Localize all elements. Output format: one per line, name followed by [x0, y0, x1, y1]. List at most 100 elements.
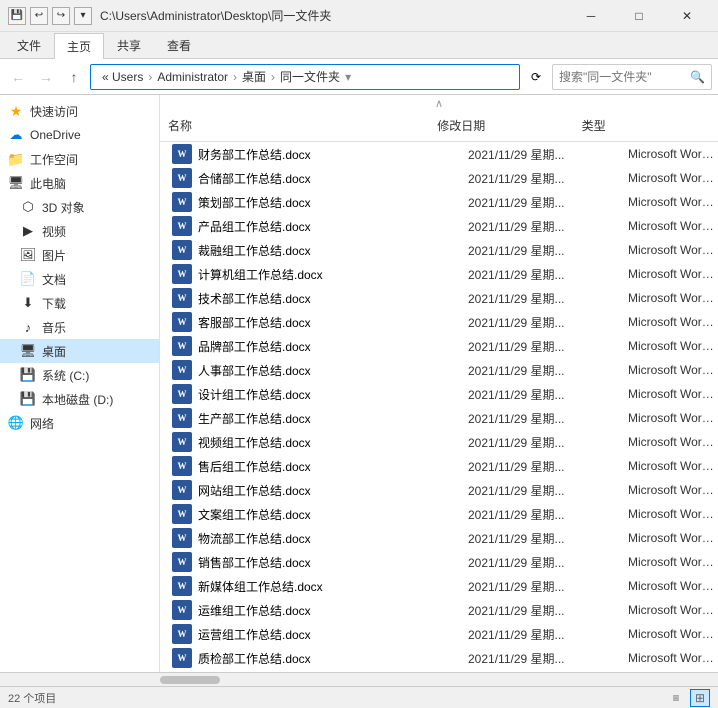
- word-icon: W: [172, 168, 192, 188]
- system-c-icon: 💾: [20, 367, 36, 383]
- system-icon-save[interactable]: 💾: [8, 7, 26, 25]
- picture-icon: 🖼: [20, 247, 36, 263]
- sidebar-item-system-c[interactable]: 💾 系统 (C:): [0, 363, 159, 387]
- sidebar: ★ 快速访问 ☁ OneDrive 📁 工作空间 🖥 此电脑 ⬡ 3D 对象 ▶…: [0, 95, 160, 672]
- document-icon: 📄: [20, 271, 36, 287]
- table-row[interactable]: W售后组工作总结.docx2021/11/29 星期...Microsoft W…: [160, 454, 718, 478]
- system-icon-down[interactable]: ▾: [74, 7, 92, 25]
- minimize-button[interactable]: ─: [568, 0, 614, 32]
- table-row[interactable]: W网站组工作总结.docx2021/11/29 星期...Microsoft W…: [160, 478, 718, 502]
- sidebar-item-document[interactable]: 📄 文档: [0, 267, 159, 291]
- view-detail-button[interactable]: ≡: [666, 689, 686, 707]
- system-icon-redo[interactable]: ↪: [52, 7, 70, 25]
- table-row[interactable]: W运营组工作总结.docx2021/11/29 星期...Microsoft W…: [160, 622, 718, 646]
- sidebar-item-local-d[interactable]: 💾 本地磁盘 (D:): [0, 387, 159, 411]
- table-row[interactable]: W视频组工作总结.docx2021/11/29 星期...Microsoft W…: [160, 430, 718, 454]
- file-type-cell: Microsoft Word ...: [620, 147, 718, 161]
- sidebar-item-this-pc[interactable]: 🖥 此电脑: [0, 171, 159, 195]
- table-row[interactable]: W销售部工作总结.docx2021/11/29 星期...Microsoft W…: [160, 550, 718, 574]
- 3d-icon: ⬡: [20, 199, 36, 215]
- file-name-text: 合储部工作总结.docx: [198, 170, 311, 187]
- ribbon-tabs: 文件 主页 共享 查看: [0, 32, 718, 58]
- path-part-folder[interactable]: 同一文件夹: [277, 67, 343, 86]
- file-type-cell: Microsoft Word ...: [620, 387, 718, 401]
- tab-file[interactable]: 文件: [4, 32, 54, 58]
- tab-view[interactable]: 查看: [154, 32, 204, 58]
- col-header-type[interactable]: 类型: [574, 114, 718, 137]
- maximize-button[interactable]: □: [616, 0, 662, 32]
- table-row[interactable]: W策划部工作总结.docx2021/11/29 星期...Microsoft W…: [160, 190, 718, 214]
- sidebar-label-music: 音乐: [42, 319, 66, 336]
- local-d-icon: 💾: [20, 391, 36, 407]
- table-row[interactable]: W新媒体组工作总结.docx2021/11/29 星期...Microsoft …: [160, 574, 718, 598]
- file-date-cell: 2021/11/29 星期...: [460, 482, 620, 499]
- path-part-admin[interactable]: Administrator: [154, 69, 231, 85]
- word-icon: W: [172, 408, 192, 428]
- file-date-cell: 2021/11/29 星期...: [460, 146, 620, 163]
- file-name-cell: W客服部工作总结.docx: [160, 312, 460, 332]
- back-button[interactable]: ←: [6, 65, 30, 89]
- table-row[interactable]: W计算机组工作总结.docx2021/11/29 星期...Microsoft …: [160, 262, 718, 286]
- file-name-text: 计算机组工作总结.docx: [198, 266, 323, 283]
- sidebar-item-picture[interactable]: 🖼 图片: [0, 243, 159, 267]
- file-type-cell: Microsoft Word ...: [620, 627, 718, 641]
- tab-share[interactable]: 共享: [104, 32, 154, 58]
- horizontal-scrollbar[interactable]: [0, 672, 718, 686]
- path-part-root[interactable]: « Users: [99, 69, 146, 85]
- table-row[interactable]: W生产部工作总结.docx2021/11/29 星期...Microsoft W…: [160, 406, 718, 430]
- sidebar-item-desktop[interactable]: 🖥 桌面: [0, 339, 159, 363]
- word-icon: W: [172, 240, 192, 260]
- ribbon: 文件 主页 共享 查看: [0, 32, 718, 59]
- table-row[interactable]: W技术部工作总结.docx2021/11/29 星期...Microsoft W…: [160, 286, 718, 310]
- sidebar-item-video[interactable]: ▶ 视频: [0, 219, 159, 243]
- table-row[interactable]: W设计组工作总结.docx2021/11/29 星期...Microsoft W…: [160, 382, 718, 406]
- table-row[interactable]: W文案组工作总结.docx2021/11/29 星期...Microsoft W…: [160, 502, 718, 526]
- file-name-text: 物流部工作总结.docx: [198, 530, 311, 547]
- tab-home[interactable]: 主页: [54, 33, 104, 59]
- sidebar-item-music[interactable]: ♪ 音乐: [0, 315, 159, 339]
- sidebar-item-download[interactable]: ⬇ 下载: [0, 291, 159, 315]
- file-name-text: 销售部工作总结.docx: [198, 554, 311, 571]
- file-name-text: 售后组工作总结.docx: [198, 458, 311, 475]
- sidebar-item-workspace[interactable]: 📁 工作空间: [0, 147, 159, 171]
- system-icon-undo[interactable]: ↩: [30, 7, 48, 25]
- table-row[interactable]: W运维组工作总结.docx2021/11/29 星期...Microsoft W…: [160, 598, 718, 622]
- file-date-cell: 2021/11/29 星期...: [460, 242, 620, 259]
- search-icon: 🔍: [690, 70, 705, 84]
- col-header-date[interactable]: 修改日期: [429, 114, 573, 137]
- file-list: ∧ 名称 修改日期 类型 W财务部工作总结.docx2021/11/29 星期.…: [160, 95, 718, 672]
- search-box[interactable]: 🔍: [552, 64, 712, 90]
- address-path[interactable]: « Users › Administrator › 桌面 › 同一文件夹 ▾: [90, 64, 520, 90]
- file-date-cell: 2021/11/29 星期...: [460, 650, 620, 667]
- file-date-cell: 2021/11/29 星期...: [460, 458, 620, 475]
- table-row[interactable]: W物流部工作总结.docx2021/11/29 星期...Microsoft W…: [160, 526, 718, 550]
- table-row[interactable]: W人事部工作总结.docx2021/11/29 星期...Microsoft W…: [160, 358, 718, 382]
- table-row[interactable]: W产品组工作总结.docx2021/11/29 星期...Microsoft W…: [160, 214, 718, 238]
- file-name-cell: W 销售部工作总结.docx: [160, 552, 460, 572]
- h-scroll-thumb[interactable]: [160, 676, 220, 684]
- search-input[interactable]: [559, 70, 686, 84]
- table-row[interactable]: W合储部工作总结.docx2021/11/29 星期...Microsoft W…: [160, 166, 718, 190]
- table-row[interactable]: W财务部工作总结.docx2021/11/29 星期...Microsoft W…: [160, 142, 718, 166]
- forward-button[interactable]: →: [34, 65, 58, 89]
- file-name-cell: W策划部工作总结.docx: [160, 192, 460, 212]
- view-large-button[interactable]: ⊞: [690, 689, 710, 707]
- sidebar-item-network[interactable]: 🌐 网络: [0, 411, 159, 435]
- file-type-cell: Microsoft Word ...: [620, 411, 718, 425]
- sidebar-item-quick-access[interactable]: ★ 快速访问: [0, 99, 159, 123]
- word-icon: W: [172, 312, 192, 332]
- close-button[interactable]: ✕: [664, 0, 710, 32]
- music-icon: ♪: [20, 319, 36, 335]
- sidebar-item-onedrive[interactable]: ☁ OneDrive: [0, 123, 159, 147]
- table-row[interactable]: W客服部工作总结.docx2021/11/29 星期...Microsoft W…: [160, 310, 718, 334]
- sidebar-item-3d[interactable]: ⬡ 3D 对象: [0, 195, 159, 219]
- up-button[interactable]: ↑: [62, 65, 86, 89]
- table-row[interactable]: W裁融组工作总结.docx2021/11/29 星期...Microsoft W…: [160, 238, 718, 262]
- table-row[interactable]: W品牌部工作总结.docx2021/11/29 星期...Microsoft W…: [160, 334, 718, 358]
- table-row[interactable]: W质检部工作总结.docx2021/11/29 星期...Microsoft W…: [160, 646, 718, 670]
- col-header-name[interactable]: 名称: [160, 114, 429, 137]
- word-icon: W: [172, 552, 192, 572]
- file-date-cell: 2021/11/29 星期...: [460, 578, 620, 595]
- path-part-desktop[interactable]: 桌面: [239, 67, 269, 86]
- refresh-button[interactable]: ⟳: [524, 65, 548, 89]
